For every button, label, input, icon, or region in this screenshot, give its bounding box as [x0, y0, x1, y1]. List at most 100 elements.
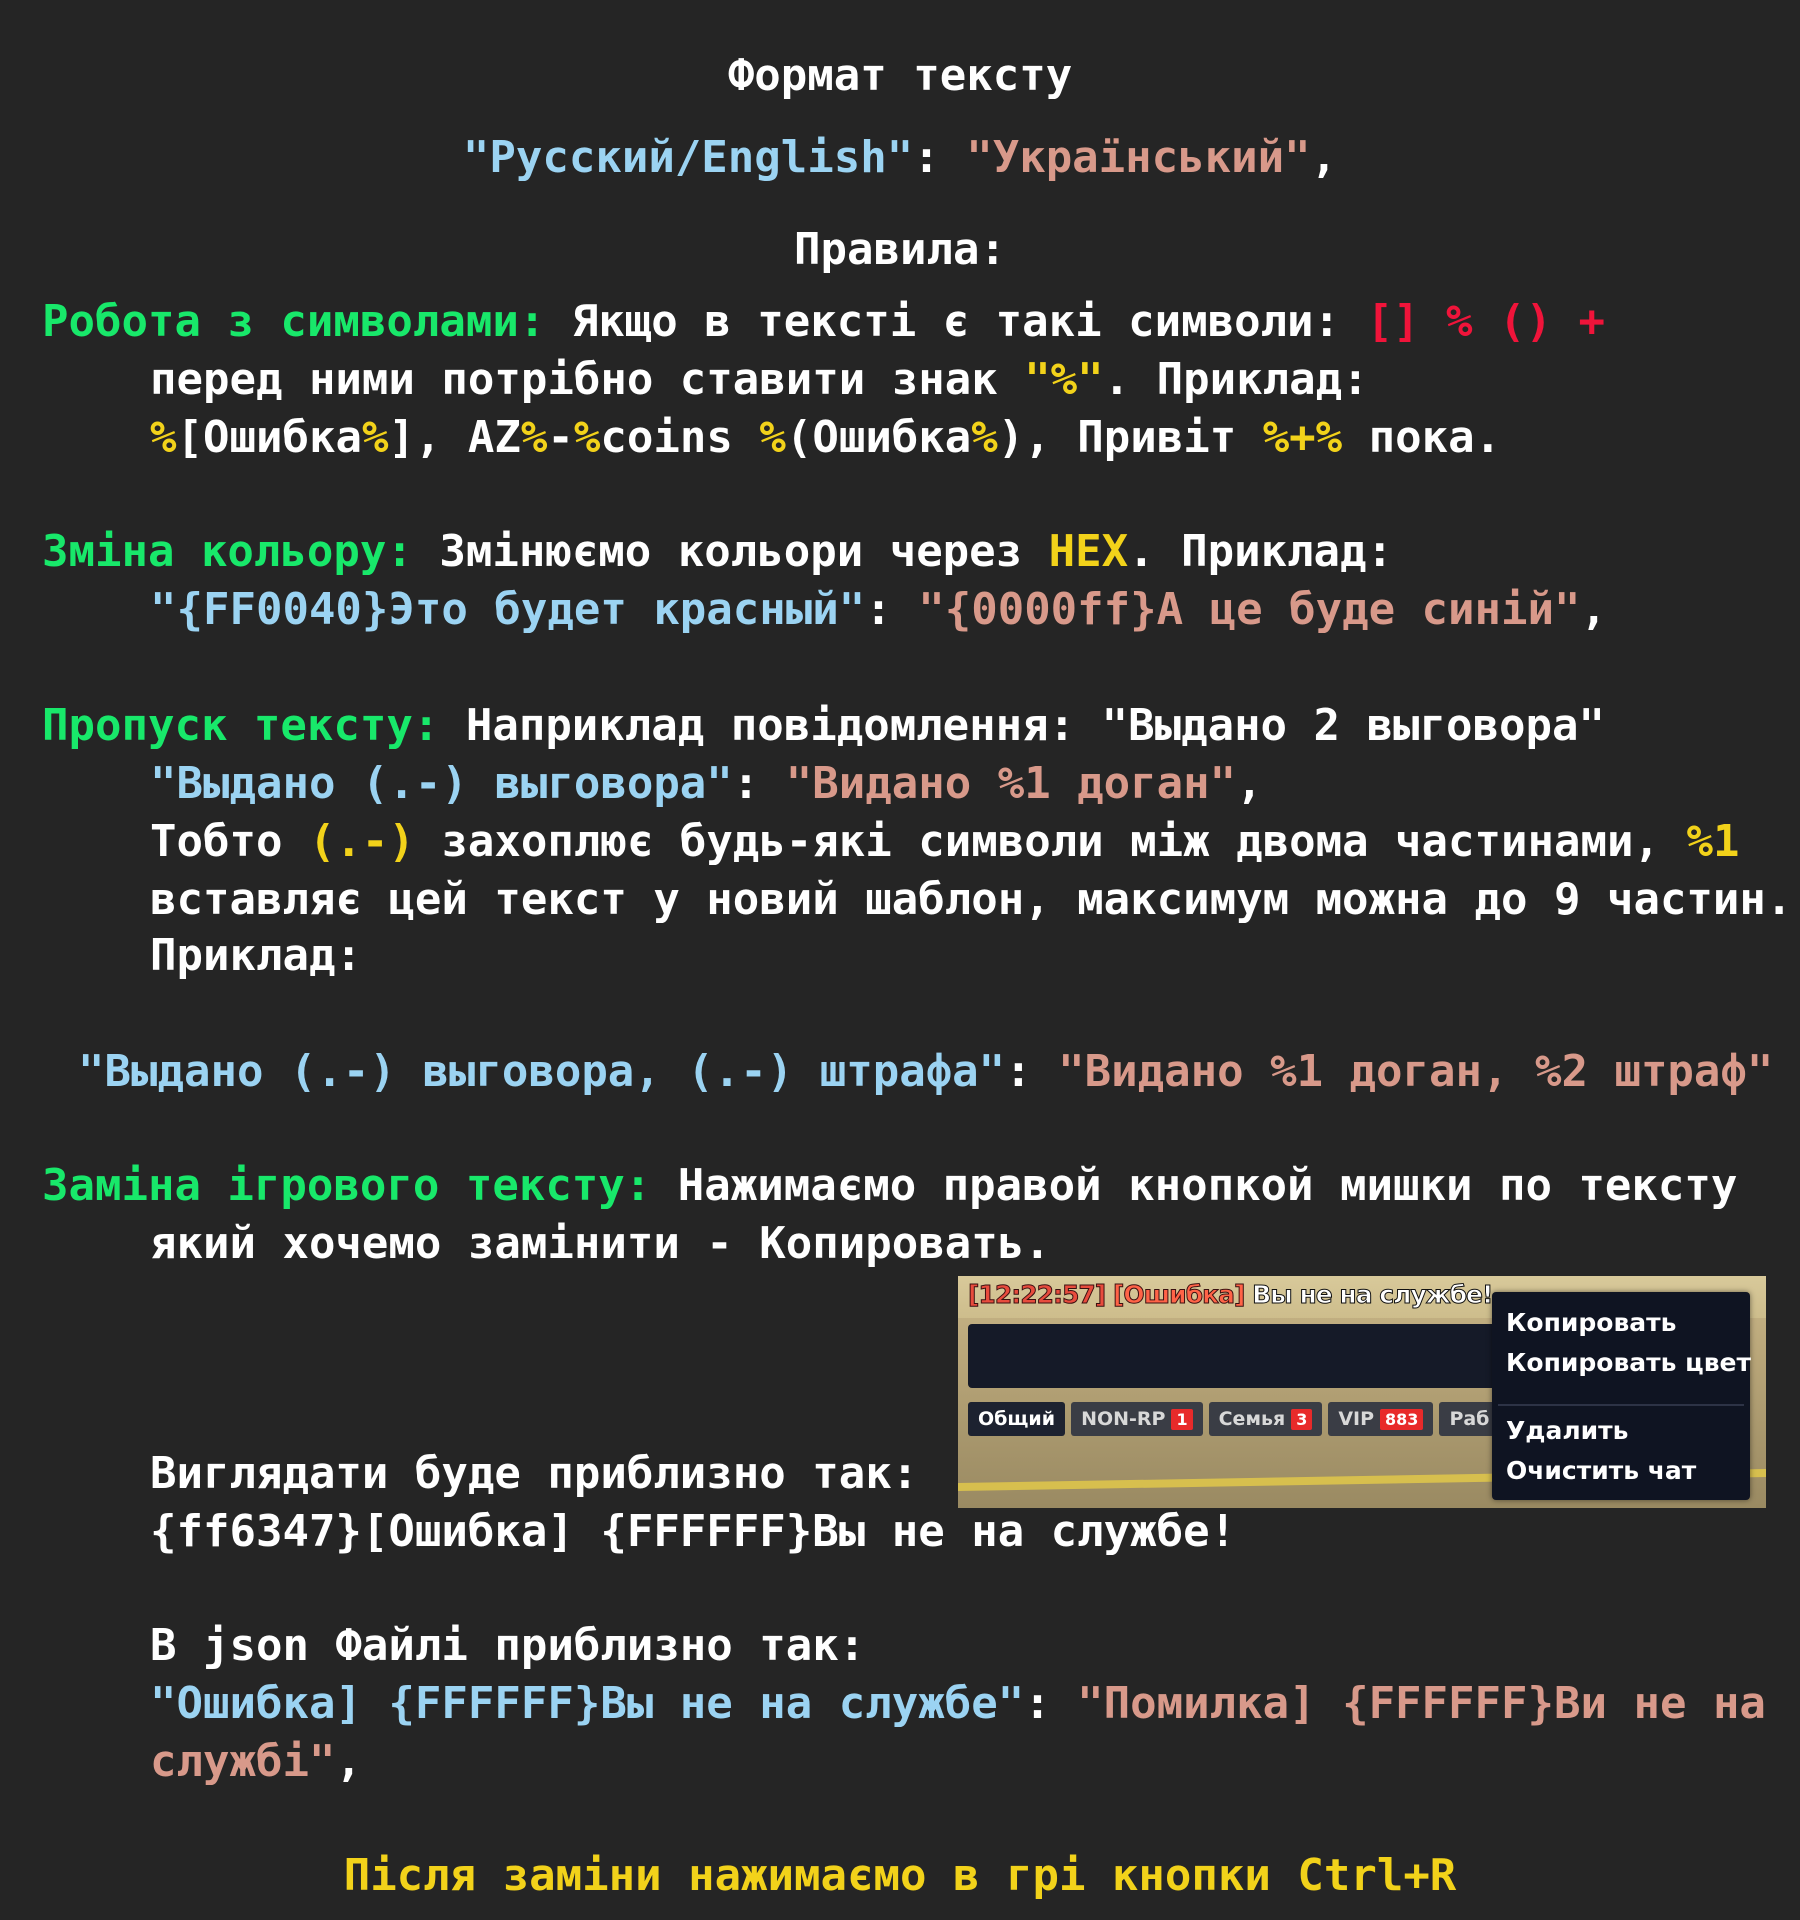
color-ex-key: "{FF0040}Это будет красный" [150, 584, 866, 635]
chat-tab-badge: 1 [1171, 1408, 1193, 1430]
replace-label: Заміна ігрового тексту: [42, 1160, 652, 1211]
replace-text: Нажимаємо правой кнопкой мишки по тексту [651, 1160, 1738, 1211]
rules-heading: Правила: [794, 224, 1006, 275]
menu-divider [1498, 1404, 1744, 1406]
chat-tab-badge: 883 [1380, 1408, 1424, 1430]
format-key: "Русский/English" [462, 132, 914, 183]
skip-ex-key: "Выдано (.-) выговора" [150, 758, 733, 809]
color-line-1: Зміна кольору: Змінюємо кольори через HE… [42, 524, 1393, 580]
ex-pct: % [520, 412, 548, 463]
skip-line-1: Пропуск тексту: Наприклад повідомлення: … [42, 698, 1605, 754]
skip-line-4: вставляє цей текст у новий шаблон, макси… [150, 874, 1793, 925]
json-end: , [335, 1736, 362, 1787]
symbols-example: %[Ошибка%], AZ%-%coins %(Ошибка%), Приві… [150, 410, 1501, 466]
symbols-line-1: Робота з символами: Якщо в тексті є такі… [42, 294, 1605, 350]
ex-pct: % [150, 412, 177, 463]
skip-example: "Выдано (.-) выговора": "Видано %1 доган… [150, 756, 1263, 812]
chat-message: [12:22:57] [Ошибка] Вы не на службе! [967, 1280, 1494, 1310]
skip-ex2-sep: : [1005, 1046, 1059, 1097]
replace-line-2: який хочемо замінити - Копировать. [150, 1218, 1051, 1269]
looks-heading: Виглядати буде приблизно так: [150, 1448, 919, 1499]
symbols-line2c: . Приклад: [1103, 354, 1369, 405]
chat-tab-label: Раб [1449, 1408, 1490, 1430]
json-value-1: "Помилка] {FFFFFF}Ви не на [1077, 1678, 1766, 1729]
chat-tab-label: NON-RP [1081, 1408, 1166, 1430]
chat-tab[interactable]: Раб [1439, 1402, 1500, 1436]
skip-line-3: Тобто (.-) захоплює будь-які символи між… [150, 814, 1739, 870]
format-value: "Український" [966, 132, 1311, 183]
ex-text: - [547, 412, 574, 463]
chat-tab-badge: 3 [1291, 1408, 1313, 1430]
menu-item-copy-color[interactable]: Копировать цвет [1506, 1348, 1751, 1377]
looks-value: {ff6347}[Ошибка] {FFFFFF}Вы не на службе… [150, 1506, 1237, 1557]
page-title: Формат тексту [727, 50, 1073, 101]
skip-ex-sep: : [732, 758, 786, 809]
skip-l3b: (.-) [308, 816, 415, 867]
menu-item-clear-chat[interactable]: Очистить чат [1506, 1456, 1696, 1485]
chat-tab[interactable]: NON-RP 1 [1071, 1402, 1203, 1436]
json-example: "Ошибка] {FFFFFF}Вы не на службе": "Поми… [150, 1676, 1766, 1732]
chat-tab-label: Общий [978, 1408, 1056, 1430]
ex-pct: % [573, 412, 601, 463]
format-line: "Русский/English": "Український", [0, 130, 1800, 186]
chat-tab[interactable]: VIP 883 [1328, 1402, 1434, 1436]
symbols-line2a: перед ними потрібно ставити знак [150, 354, 1025, 405]
footer-note: Після заміни нажимаємо в грі кнопки Ctrl… [343, 1850, 1457, 1901]
ex-text: coins [600, 412, 760, 463]
ex-pct: %+% [1262, 412, 1343, 463]
skip-text: Наприклад повідомлення: "Выдано 2 выгово… [439, 700, 1605, 751]
chat-tab[interactable]: Семья 3 [1208, 1402, 1323, 1436]
ex-pct: % [759, 412, 786, 463]
skip-ex2-key: "Выдано (.-) выговора, (.-) штрафа" [78, 1046, 1006, 1097]
json-example-cont: службі", [150, 1734, 362, 1790]
format-sep: : [913, 132, 967, 183]
skip-l3d: %1 [1686, 816, 1740, 867]
ex-text: пока. [1342, 412, 1502, 463]
symbols-chars: [] % () + [1366, 296, 1605, 347]
skip-l3c: захоплює будь-які символи між двома част… [414, 816, 1687, 867]
skip-label: Пропуск тексту: [42, 700, 440, 751]
skip-example-2: "Выдано (.-) выговора, (.-) штрафа": "Ви… [78, 1044, 1773, 1100]
json-heading: В json Файлі приблизно так: [150, 1620, 866, 1671]
color-example: "{FF0040}Это будет красный": "{0000ff}А … [150, 582, 1607, 638]
symbols-label: Робота з символами: [42, 296, 546, 347]
game-screenshot: [12:22:57] [Ошибка] Вы не на службе! Общ… [958, 1276, 1766, 1508]
ex-pct: % [971, 412, 998, 463]
color-label: Зміна кольору: [42, 526, 413, 577]
color-ex-end: , [1580, 584, 1608, 635]
skip-l3a: Тобто [150, 816, 309, 867]
color-ex-value: "{0000ff}А це буде синій" [918, 584, 1581, 635]
color-hex: HEX [1048, 526, 1129, 577]
ex-text: ], AZ [388, 412, 521, 463]
chat-error-tag: [Ошибка] [1112, 1280, 1245, 1310]
json-sep: : [1024, 1678, 1078, 1729]
symbols-line2b: "%" [1024, 354, 1104, 405]
context-menu: Копировать Копировать цвет Удалить Очист… [1492, 1292, 1751, 1500]
color-ex-sep: : [865, 584, 919, 635]
symbols-text: Якщо в тексті є такі символи: [545, 296, 1367, 347]
chat-tab-label: Семья [1218, 1408, 1286, 1430]
ex-text: [Ошибка [176, 412, 362, 463]
menu-item-delete[interactable]: Удалить [1506, 1416, 1628, 1445]
symbols-line-2: перед ними потрібно ставити знак "%". Пр… [150, 352, 1369, 408]
skip-line-5: Приклад: [150, 930, 362, 981]
ex-pct: % [361, 412, 389, 463]
ex-text: (Ошибка [785, 412, 972, 463]
ex-text: ), Привіт [997, 412, 1263, 463]
color-text2: . Приклад: [1128, 526, 1394, 577]
chat-input[interactable] [968, 1324, 1528, 1388]
skip-ex-value: "Видано %1 доган" [785, 758, 1237, 809]
format-end: , [1310, 132, 1338, 183]
chat-tabs: Общий NON-RP 1 Семья 3 VIP 883 Раб [968, 1402, 1500, 1436]
json-key: "Ошибка] {FFFFFF}Вы не на службе" [150, 1678, 1025, 1729]
chat-tab[interactable]: Общий [968, 1402, 1066, 1436]
json-value-2: службі" [150, 1736, 336, 1787]
color-text1: Змінюємо кольори через [412, 526, 1049, 577]
menu-item-copy[interactable]: Копировать [1506, 1308, 1676, 1337]
chat-text: Вы не на службе! [1252, 1280, 1494, 1310]
skip-ex2-value: "Видано %1 доган, %2 штраф" [1058, 1046, 1774, 1097]
replace-line-1: Заміна ігрового тексту: Нажимаємо правой… [42, 1158, 1737, 1214]
chat-tab-label: VIP [1338, 1408, 1375, 1430]
skip-ex-end: , [1236, 758, 1263, 809]
chat-time: [12:22:57] [967, 1280, 1106, 1310]
